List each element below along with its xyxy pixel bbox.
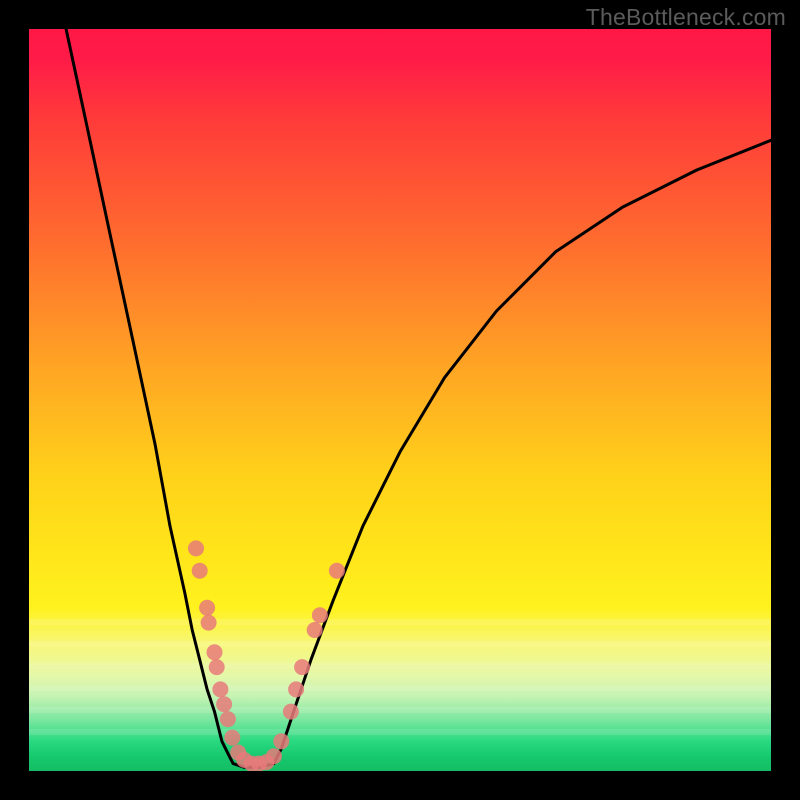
- data-point: [192, 563, 208, 579]
- chart-frame: TheBottleneck.com: [0, 0, 800, 800]
- data-point: [224, 730, 240, 746]
- data-point: [188, 540, 204, 556]
- plot-area: [29, 29, 771, 771]
- bottleneck-curve: [66, 29, 771, 767]
- data-point: [212, 681, 228, 697]
- data-point: [207, 644, 223, 660]
- data-point: [209, 659, 225, 675]
- data-point: [266, 748, 282, 764]
- data-point: [199, 600, 215, 616]
- data-point: [307, 622, 323, 638]
- data-point: [220, 711, 236, 727]
- data-point: [288, 681, 304, 697]
- watermark-text: TheBottleneck.com: [586, 4, 786, 31]
- data-point: [201, 615, 217, 631]
- data-point: [329, 563, 345, 579]
- data-point: [216, 696, 232, 712]
- data-point: [283, 704, 299, 720]
- data-point: [273, 733, 289, 749]
- data-point: [312, 607, 328, 623]
- curve-layer: [29, 29, 771, 771]
- data-point: [294, 659, 310, 675]
